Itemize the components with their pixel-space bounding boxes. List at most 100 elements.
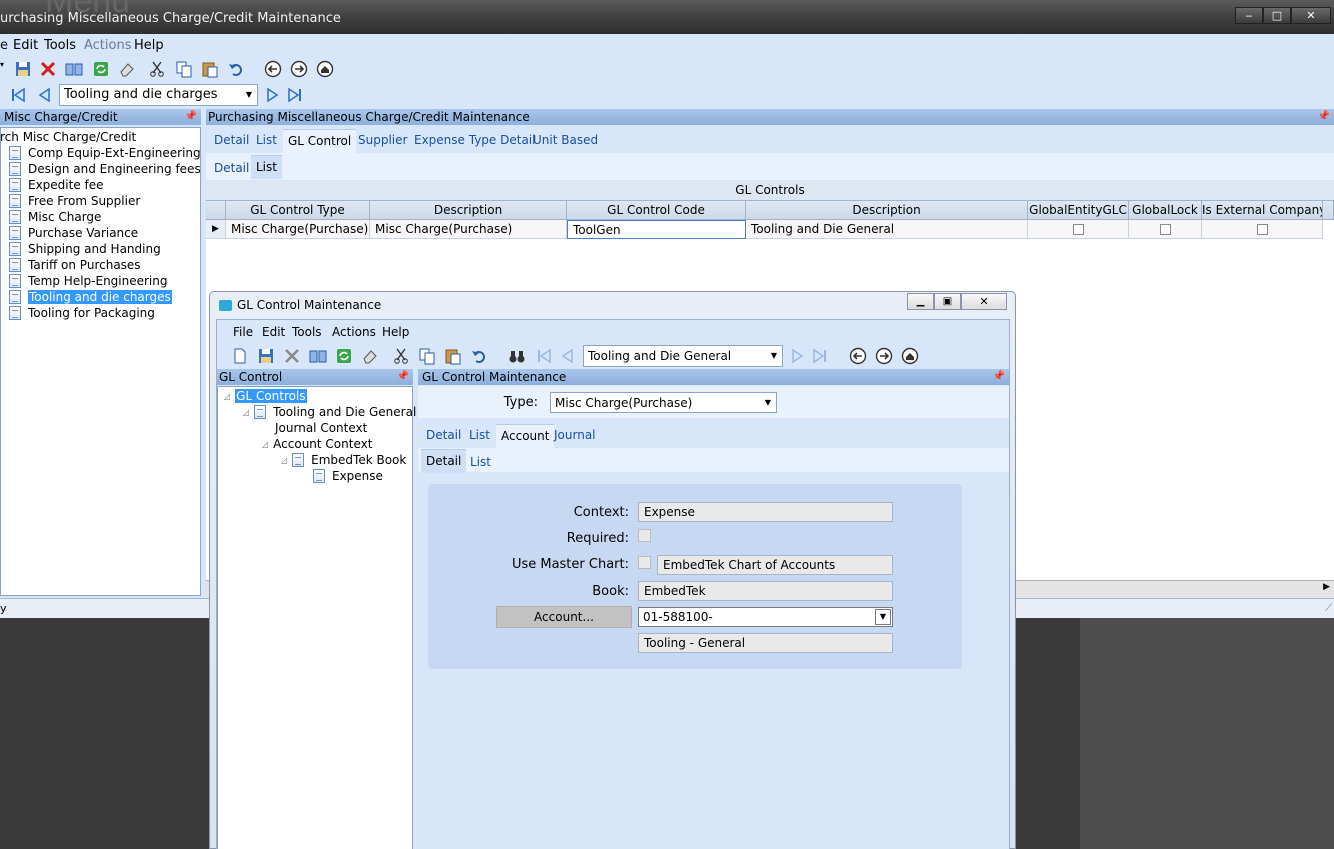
cell-gl-control-code[interactable]: ToolGen: [567, 220, 746, 239]
dialog-restore-button[interactable]: ▣: [934, 293, 961, 310]
tree-item[interactable]: Comp Equip-Ext-Engineering: [9, 146, 200, 162]
paste-icon[interactable]: [201, 60, 219, 78]
book-icon[interactable]: [65, 60, 83, 78]
dialog-subtab-list[interactable]: List: [470, 455, 491, 469]
chevron-down-icon[interactable]: ▼: [760, 393, 776, 412]
tree-root[interactable]: rch Misc Charge/Credit: [1, 130, 136, 146]
dialog-tab-list[interactable]: List: [469, 428, 490, 442]
dialog-menu-tools[interactable]: Tools: [292, 325, 322, 339]
resize-grip-icon[interactable]: ⟋: [1325, 603, 1332, 614]
tree-item[interactable]: Shipping and Handing: [9, 242, 161, 258]
next-record-icon[interactable]: [788, 347, 806, 365]
new-icon[interactable]: [231, 347, 249, 365]
tab-expense-type-detail[interactable]: Expense Type Detail: [414, 133, 535, 147]
gl-tree-node[interactable]: ◿ EmbedTek Book: [281, 453, 406, 469]
tree-item[interactable]: Free From Supplier: [9, 194, 140, 210]
pin-icon[interactable]: 📌: [397, 369, 409, 385]
required-checkbox[interactable]: [638, 529, 651, 542]
dialog-close-button[interactable]: ✕: [961, 293, 1007, 310]
eraser-icon[interactable]: [361, 347, 379, 365]
first-record-icon[interactable]: [9, 86, 27, 104]
refresh-icon[interactable]: [92, 60, 110, 78]
delete-icon[interactable]: [39, 60, 57, 78]
cut-icon[interactable]: [148, 60, 166, 78]
tree-item[interactable]: Expedite fee: [9, 178, 104, 194]
forward-arrow-icon[interactable]: [875, 347, 893, 365]
book-field[interactable]: EmbedTek: [638, 581, 893, 601]
dialog-menu-help[interactable]: Help: [382, 325, 409, 339]
cut-icon[interactable]: [392, 347, 410, 365]
menu-edit[interactable]: Edit: [13, 38, 38, 53]
tree-item[interactable]: Misc Charge: [9, 210, 101, 226]
global-lock-checkbox[interactable]: [1159, 224, 1171, 235]
context-field[interactable]: Expense: [638, 502, 893, 522]
paste-icon[interactable]: [444, 347, 462, 365]
tree-item[interactable]: Tariff on Purchases: [9, 258, 141, 274]
dialog-record-combo[interactable]: Tooling and Die General ▼: [583, 345, 783, 367]
scroll-right-icon[interactable]: ▶: [1323, 582, 1330, 592]
home-icon[interactable]: [901, 347, 919, 365]
account-combo[interactable]: 01-588100- ▼: [638, 607, 893, 627]
tree-item[interactable]: Design and Engineering fees: [9, 162, 200, 178]
global-entity-checkbox[interactable]: [1072, 224, 1084, 235]
chevron-down-icon[interactable]: ▼: [766, 346, 782, 366]
col-global-entity-glc[interactable]: GlobalEntityGLC: [1028, 201, 1129, 220]
eraser-icon[interactable]: [118, 60, 136, 78]
main-maximize-button[interactable]: □: [1263, 7, 1291, 24]
main-close-button[interactable]: ✕: [1291, 7, 1331, 24]
expander-icon[interactable]: ◿: [224, 392, 230, 401]
dialog-tab-detail[interactable]: Detail: [426, 428, 461, 442]
pin-icon[interactable]: 📌: [993, 369, 1005, 385]
copy-icon[interactable]: [418, 347, 436, 365]
master-chart-checkbox[interactable]: [638, 556, 651, 569]
col-gl-control-code[interactable]: GL Control Code: [567, 201, 746, 220]
menu-tools[interactable]: Tools: [44, 38, 76, 53]
last-record-icon[interactable]: [286, 86, 304, 104]
pin-icon[interactable]: 📌: [1318, 109, 1330, 125]
tab-supplier[interactable]: Supplier: [358, 133, 407, 147]
tree-item[interactable]: Temp Help-Engineering: [9, 274, 167, 290]
dialog-subtab-detail[interactable]: Detail: [421, 449, 467, 473]
row-indicator-icon[interactable]: ▶: [206, 220, 226, 239]
menu-file[interactable]: e: [0, 38, 8, 53]
gl-tree-node[interactable]: Expense: [300, 469, 383, 485]
last-record-icon[interactable]: [811, 347, 829, 365]
refresh-icon[interactable]: [335, 347, 353, 365]
main-minimize-button[interactable]: ‒: [1235, 7, 1263, 24]
cell-code-description[interactable]: Tooling and Die General: [746, 220, 1028, 239]
undo-icon[interactable]: [470, 347, 488, 365]
expander-icon[interactable]: ◿: [243, 408, 249, 417]
type-select[interactable]: Misc Charge(Purchase) ▼: [550, 392, 777, 413]
tree-item[interactable]: Tooling and die charges: [9, 290, 172, 306]
dialog-minimize-button[interactable]: ▁: [907, 293, 934, 310]
dialog-menu-file[interactable]: File: [233, 325, 253, 339]
subtab-list[interactable]: List: [251, 155, 282, 179]
home-icon[interactable]: [316, 60, 334, 78]
external-company-checkbox[interactable]: [1256, 224, 1268, 235]
expander-icon[interactable]: ◿: [281, 456, 287, 465]
gl-tree-node[interactable]: ◿ Tooling and Die General: [243, 405, 416, 421]
pin-icon[interactable]: 📌: [185, 109, 197, 125]
previous-record-icon[interactable]: [559, 347, 577, 365]
dialog-menu-edit[interactable]: Edit: [262, 325, 285, 339]
tree-item[interactable]: Purchase Variance: [9, 226, 138, 242]
col-gl-control-type[interactable]: GL Control Type: [226, 201, 370, 220]
menu-help[interactable]: Help: [134, 38, 164, 53]
subtab-detail[interactable]: Detail: [214, 161, 249, 175]
account-button[interactable]: Account...: [496, 606, 632, 628]
tab-list[interactable]: List: [256, 133, 277, 147]
forward-arrow-icon[interactable]: [290, 60, 308, 78]
gl-tree-node[interactable]: ◿ GL Controls: [224, 389, 307, 405]
master-chart-field[interactable]: EmbedTek Chart of Accounts: [657, 555, 893, 575]
delete-icon[interactable]: [283, 347, 301, 365]
tab-detail[interactable]: Detail: [214, 133, 249, 147]
copy-icon[interactable]: [175, 60, 193, 78]
tab-unit-based[interactable]: Unit Based: [533, 133, 598, 147]
undo-icon[interactable]: [227, 60, 245, 78]
save-icon[interactable]: [257, 347, 275, 365]
col-code-description[interactable]: Description: [746, 201, 1028, 220]
chevron-down-icon[interactable]: ▼: [875, 609, 891, 625]
save-icon[interactable]: [14, 60, 32, 78]
col-description[interactable]: Description: [370, 201, 567, 220]
col-global-lock[interactable]: GlobalLock: [1129, 201, 1202, 220]
